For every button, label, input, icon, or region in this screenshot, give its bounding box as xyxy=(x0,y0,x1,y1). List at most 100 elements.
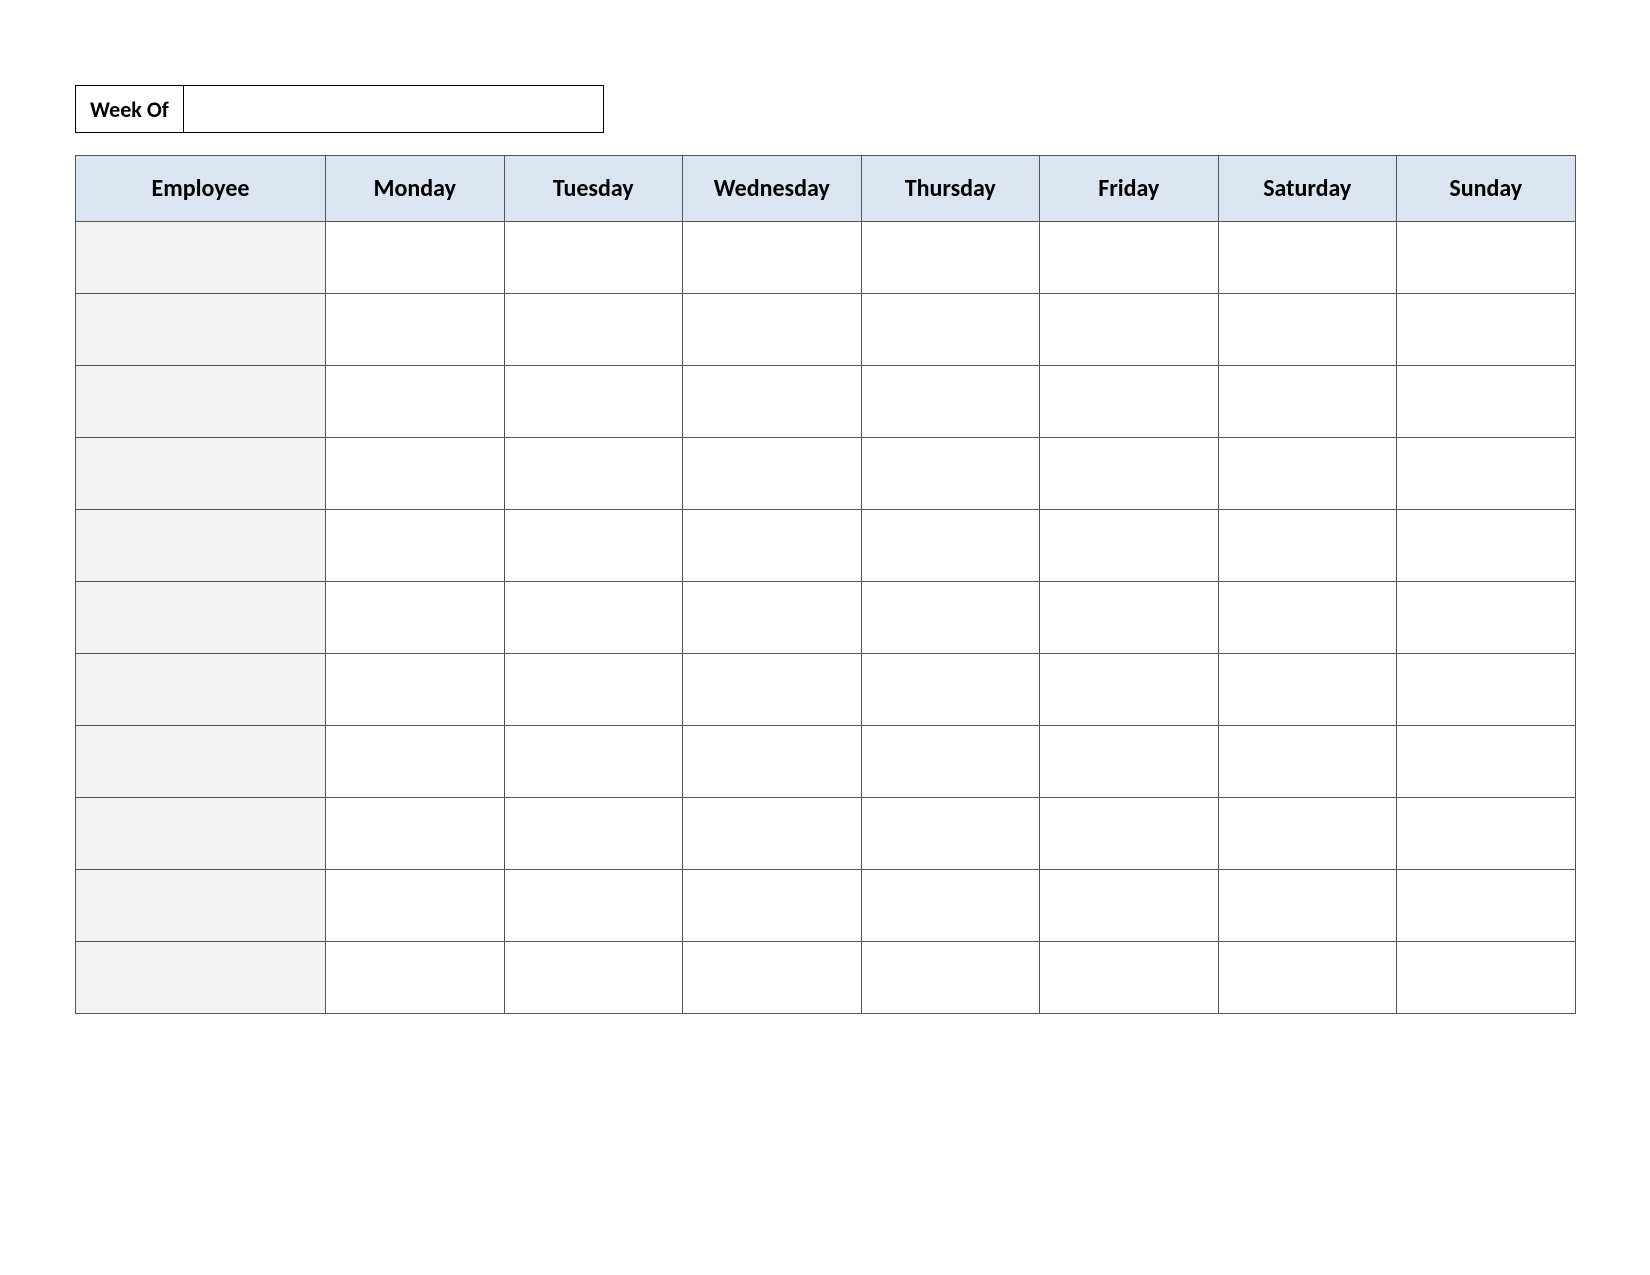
table-row xyxy=(76,942,1576,1014)
day-cell[interactable] xyxy=(326,222,505,294)
day-cell[interactable] xyxy=(861,366,1040,438)
day-cell[interactable] xyxy=(683,438,862,510)
day-cell[interactable] xyxy=(683,510,862,582)
day-cell[interactable] xyxy=(861,582,1040,654)
day-cell[interactable] xyxy=(1218,726,1397,798)
page: Week Of Employee Monday Tuesday Wednesda… xyxy=(0,0,1650,1014)
day-cell[interactable] xyxy=(1397,366,1576,438)
day-cell[interactable] xyxy=(861,438,1040,510)
employee-cell[interactable] xyxy=(76,222,326,294)
day-cell[interactable] xyxy=(683,870,862,942)
day-cell[interactable] xyxy=(504,726,683,798)
day-cell[interactable] xyxy=(683,942,862,1014)
day-cell[interactable] xyxy=(326,582,505,654)
week-of-label: Week Of xyxy=(75,85,184,133)
employee-cell[interactable] xyxy=(76,654,326,726)
day-cell[interactable] xyxy=(1218,510,1397,582)
day-cell[interactable] xyxy=(326,726,505,798)
table-row xyxy=(76,366,1576,438)
day-cell[interactable] xyxy=(861,726,1040,798)
day-cell[interactable] xyxy=(504,654,683,726)
day-cell[interactable] xyxy=(326,294,505,366)
employee-cell[interactable] xyxy=(76,726,326,798)
week-of-input[interactable] xyxy=(184,85,604,133)
day-cell[interactable] xyxy=(861,942,1040,1014)
week-of-row: Week Of xyxy=(75,85,1575,133)
day-cell[interactable] xyxy=(861,222,1040,294)
day-cell[interactable] xyxy=(1040,870,1219,942)
day-cell[interactable] xyxy=(504,798,683,870)
day-cell[interactable] xyxy=(504,870,683,942)
day-cell[interactable] xyxy=(504,510,683,582)
day-cell[interactable] xyxy=(1040,510,1219,582)
day-cell[interactable] xyxy=(1040,366,1219,438)
day-cell[interactable] xyxy=(1040,942,1219,1014)
day-cell[interactable] xyxy=(504,222,683,294)
day-cell[interactable] xyxy=(1397,222,1576,294)
employee-cell[interactable] xyxy=(76,798,326,870)
day-cell[interactable] xyxy=(1218,942,1397,1014)
table-row xyxy=(76,294,1576,366)
employee-cell[interactable] xyxy=(76,582,326,654)
day-cell[interactable] xyxy=(861,654,1040,726)
day-cell[interactable] xyxy=(1397,510,1576,582)
table-row xyxy=(76,726,1576,798)
day-cell[interactable] xyxy=(1218,582,1397,654)
day-cell[interactable] xyxy=(861,870,1040,942)
day-cell[interactable] xyxy=(1218,366,1397,438)
day-cell[interactable] xyxy=(326,798,505,870)
employee-cell[interactable] xyxy=(76,438,326,510)
employee-cell[interactable] xyxy=(76,294,326,366)
employee-cell[interactable] xyxy=(76,510,326,582)
day-cell[interactable] xyxy=(1040,438,1219,510)
employee-cell[interactable] xyxy=(76,366,326,438)
day-cell[interactable] xyxy=(1040,798,1219,870)
day-cell[interactable] xyxy=(1040,222,1219,294)
day-cell[interactable] xyxy=(1218,438,1397,510)
day-cell[interactable] xyxy=(683,654,862,726)
table-row xyxy=(76,438,1576,510)
day-cell[interactable] xyxy=(326,438,505,510)
day-cell[interactable] xyxy=(326,870,505,942)
header-sunday: Sunday xyxy=(1397,156,1576,222)
day-cell[interactable] xyxy=(326,654,505,726)
day-cell[interactable] xyxy=(683,294,862,366)
day-cell[interactable] xyxy=(504,438,683,510)
day-cell[interactable] xyxy=(504,366,683,438)
day-cell[interactable] xyxy=(326,366,505,438)
day-cell[interactable] xyxy=(861,294,1040,366)
day-cell[interactable] xyxy=(1397,582,1576,654)
schedule-table: Employee Monday Tuesday Wednesday Thursd… xyxy=(75,155,1576,1014)
day-cell[interactable] xyxy=(504,294,683,366)
day-cell[interactable] xyxy=(1397,654,1576,726)
day-cell[interactable] xyxy=(504,942,683,1014)
day-cell[interactable] xyxy=(861,510,1040,582)
header-friday: Friday xyxy=(1040,156,1219,222)
day-cell[interactable] xyxy=(504,582,683,654)
day-cell[interactable] xyxy=(683,726,862,798)
day-cell[interactable] xyxy=(1218,798,1397,870)
day-cell[interactable] xyxy=(1397,798,1576,870)
day-cell[interactable] xyxy=(1040,294,1219,366)
day-cell[interactable] xyxy=(683,366,862,438)
day-cell[interactable] xyxy=(1397,942,1576,1014)
day-cell[interactable] xyxy=(1040,582,1219,654)
day-cell[interactable] xyxy=(1218,294,1397,366)
employee-cell[interactable] xyxy=(76,870,326,942)
day-cell[interactable] xyxy=(1218,870,1397,942)
employee-cell[interactable] xyxy=(76,942,326,1014)
day-cell[interactable] xyxy=(683,798,862,870)
day-cell[interactable] xyxy=(861,798,1040,870)
day-cell[interactable] xyxy=(683,222,862,294)
day-cell[interactable] xyxy=(1397,438,1576,510)
day-cell[interactable] xyxy=(1218,654,1397,726)
day-cell[interactable] xyxy=(683,582,862,654)
day-cell[interactable] xyxy=(326,942,505,1014)
day-cell[interactable] xyxy=(1397,294,1576,366)
day-cell[interactable] xyxy=(1218,222,1397,294)
day-cell[interactable] xyxy=(1397,870,1576,942)
day-cell[interactable] xyxy=(1040,654,1219,726)
day-cell[interactable] xyxy=(1397,726,1576,798)
day-cell[interactable] xyxy=(326,510,505,582)
day-cell[interactable] xyxy=(1040,726,1219,798)
